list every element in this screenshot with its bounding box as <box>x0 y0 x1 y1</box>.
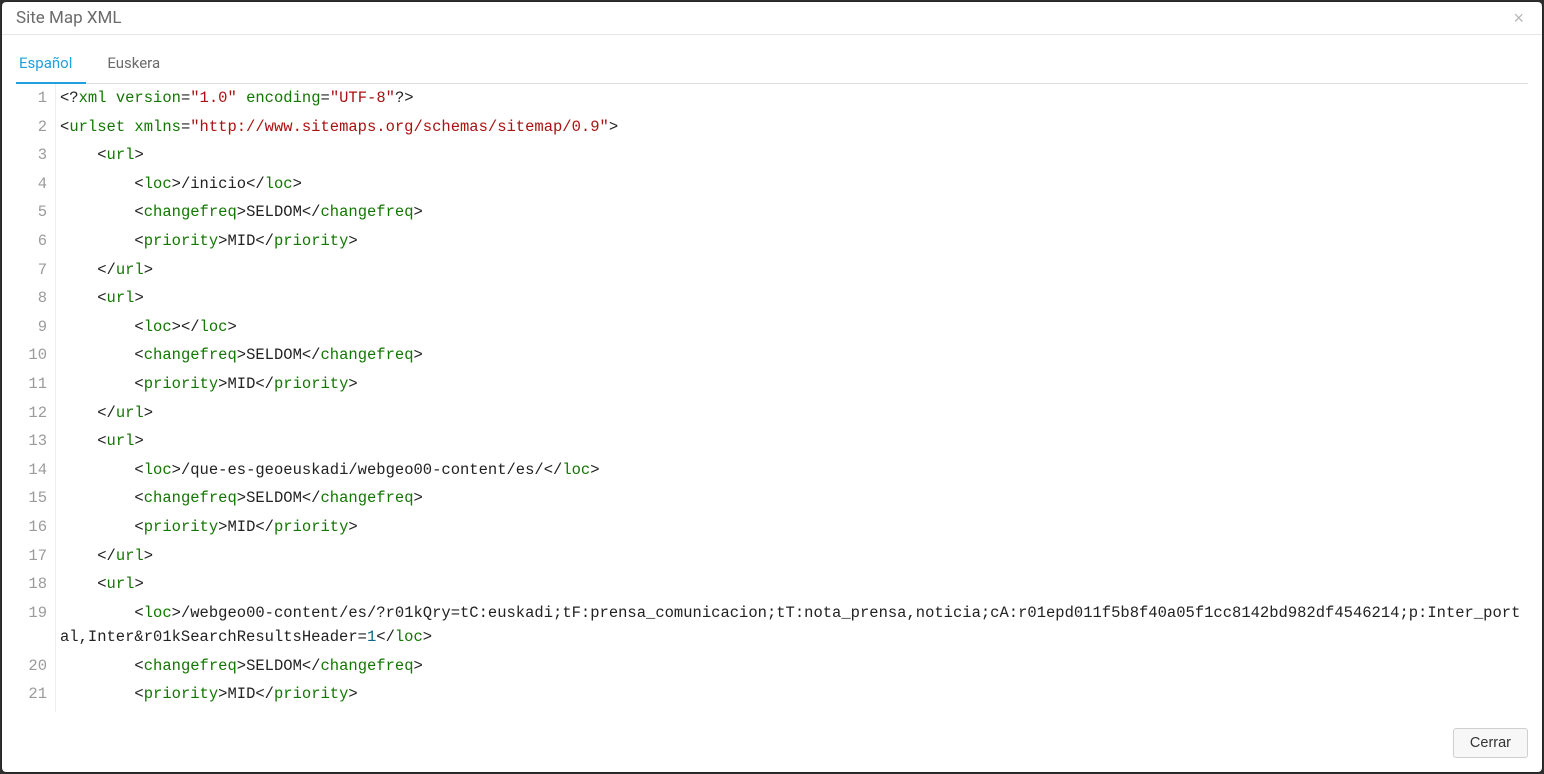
xml-code-editor[interactable]: 1<?xml version="1.0" encoding="UTF-8"?>2… <box>16 84 1528 712</box>
language-tabs: Español Euskera <box>16 45 1528 84</box>
modal-footer: Cerrar <box>2 718 1542 772</box>
modal-body: Español Euskera 1<?xml version="1.0" enc… <box>2 35 1542 718</box>
line-number: 13 <box>16 427 56 456</box>
code-line[interactable]: <changefreq>SELDOM</changefreq> <box>56 484 1528 513</box>
line-number: 19 <box>16 599 56 652</box>
code-line[interactable]: <priority>MID</priority> <box>56 680 1528 709</box>
line-number: 11 <box>16 370 56 399</box>
code-line[interactable]: <?xml version="1.0" encoding="UTF-8"?> <box>56 84 1528 113</box>
code-line[interactable]: <priority>MID</priority> <box>56 370 1528 399</box>
code-line[interactable]: </url> <box>56 399 1528 428</box>
code-line[interactable]: <url> <box>56 570 1528 599</box>
modal-header: Site Map XML × <box>2 2 1542 35</box>
code-line[interactable]: <url> <box>56 141 1528 170</box>
code-line[interactable]: <loc>/inicio</loc> <box>56 170 1528 199</box>
close-icon[interactable]: × <box>1509 9 1528 27</box>
tab-euskera[interactable]: Euskera <box>104 46 174 84</box>
code-line[interactable]: <changefreq>SELDOM</changefreq> <box>56 652 1528 681</box>
code-line[interactable]: <priority>MID</priority> <box>56 227 1528 256</box>
code-line[interactable]: <loc></loc> <box>56 313 1528 342</box>
line-number: 20 <box>16 652 56 681</box>
line-number: 17 <box>16 542 56 571</box>
line-number: 1 <box>16 84 56 113</box>
line-number: 10 <box>16 341 56 370</box>
line-number: 3 <box>16 141 56 170</box>
code-line[interactable]: <url> <box>56 427 1528 456</box>
sitemap-modal: Site Map XML × Español Euskera 1<?xml ve… <box>2 2 1542 772</box>
code-line[interactable]: <url> <box>56 284 1528 313</box>
modal-title: Site Map XML <box>16 8 122 28</box>
code-line[interactable]: </url> <box>56 256 1528 285</box>
line-number: 14 <box>16 456 56 485</box>
code-line[interactable]: </url> <box>56 709 1528 712</box>
line-number: 18 <box>16 570 56 599</box>
code-line[interactable]: </url> <box>56 542 1528 571</box>
line-number: 6 <box>16 227 56 256</box>
code-line[interactable]: <changefreq>SELDOM</changefreq> <box>56 198 1528 227</box>
line-number: 4 <box>16 170 56 199</box>
line-number: 9 <box>16 313 56 342</box>
line-number: 21 <box>16 680 56 709</box>
line-number: 7 <box>16 256 56 285</box>
close-button[interactable]: Cerrar <box>1453 728 1528 758</box>
code-line[interactable]: <priority>MID</priority> <box>56 513 1528 542</box>
code-line[interactable]: <loc>/webgeo00-content/es/?r01kQry=tC:eu… <box>56 599 1528 652</box>
line-number: 15 <box>16 484 56 513</box>
code-line[interactable]: <urlset xmlns="http://www.sitemaps.org/s… <box>56 113 1528 142</box>
code-line[interactable]: <loc>/que-es-geoeuskadi/webgeo00-content… <box>56 456 1528 485</box>
tab-espanol[interactable]: Español <box>16 46 86 84</box>
line-number: 16 <box>16 513 56 542</box>
code-line[interactable]: <changefreq>SELDOM</changefreq> <box>56 341 1528 370</box>
line-number: 22 <box>16 709 56 712</box>
line-number: 5 <box>16 198 56 227</box>
line-number: 12 <box>16 399 56 428</box>
line-number: 8 <box>16 284 56 313</box>
line-number: 2 <box>16 113 56 142</box>
